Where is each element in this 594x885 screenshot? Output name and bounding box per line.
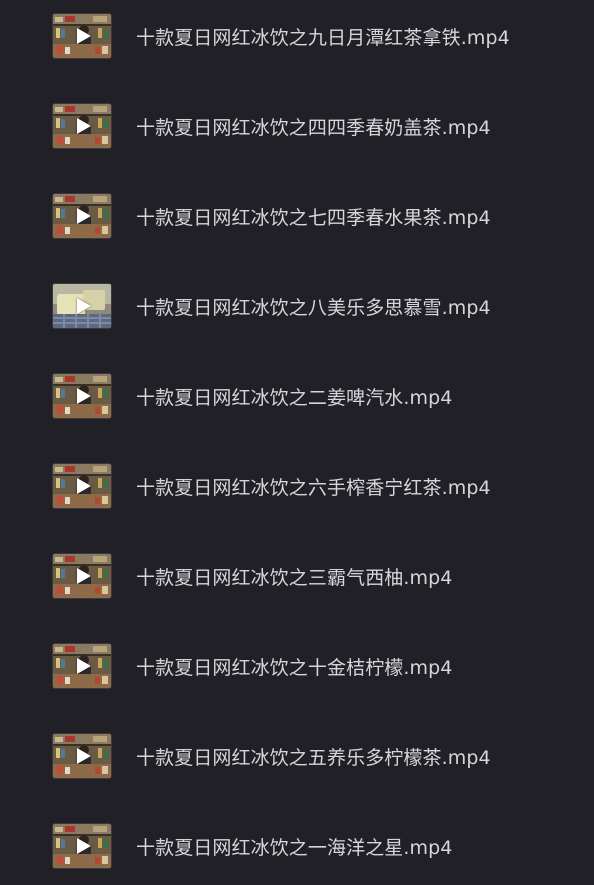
- file-row[interactable]: 十款夏日网红冰饮之五养乐多柠檬茶.mp4: [0, 713, 594, 803]
- video-thumbnail[interactable]: [52, 193, 112, 239]
- video-thumbnail[interactable]: [52, 463, 112, 509]
- video-thumbnail[interactable]: [52, 373, 112, 419]
- file-row[interactable]: 十款夏日网红冰饮之十金桔柠檬.mp4: [0, 623, 594, 713]
- file-list: 十款夏日网红冰饮之九日月潭红茶拿铁.mp4 十款夏日网红冰饮之四四季春奶盖茶.m…: [0, 0, 594, 885]
- file-name[interactable]: 十款夏日网红冰饮之七四季春水果茶.mp4: [136, 206, 491, 230]
- file-name[interactable]: 十款夏日网红冰饮之三霸气西柚.mp4: [136, 566, 453, 590]
- play-icon: [77, 298, 91, 314]
- play-icon: [77, 208, 91, 224]
- video-thumbnail[interactable]: [52, 283, 112, 329]
- play-icon: [77, 28, 91, 44]
- play-icon: [77, 658, 91, 674]
- video-thumbnail[interactable]: [52, 103, 112, 149]
- play-icon: [77, 838, 91, 854]
- file-row[interactable]: 十款夏日网红冰饮之二姜啤汽水.mp4: [0, 353, 594, 443]
- file-row[interactable]: 十款夏日网红冰饮之六手榨香宁红茶.mp4: [0, 443, 594, 533]
- file-name[interactable]: 十款夏日网红冰饮之二姜啤汽水.mp4: [136, 386, 453, 410]
- video-thumbnail[interactable]: [52, 13, 112, 59]
- file-name[interactable]: 十款夏日网红冰饮之四四季春奶盖茶.mp4: [136, 116, 491, 140]
- file-name[interactable]: 十款夏日网红冰饮之六手榨香宁红茶.mp4: [136, 476, 491, 500]
- file-row[interactable]: 十款夏日网红冰饮之一海洋之星.mp4: [0, 803, 594, 885]
- file-row[interactable]: 十款夏日网红冰饮之七四季春水果茶.mp4: [0, 173, 594, 263]
- file-name[interactable]: 十款夏日网红冰饮之十金桔柠檬.mp4: [136, 656, 453, 680]
- play-icon: [77, 388, 91, 404]
- play-icon: [77, 118, 91, 134]
- play-icon: [77, 568, 91, 584]
- video-thumbnail[interactable]: [52, 823, 112, 869]
- file-name[interactable]: 十款夏日网红冰饮之一海洋之星.mp4: [136, 836, 453, 860]
- play-icon: [77, 478, 91, 494]
- file-row[interactable]: 十款夏日网红冰饮之三霸气西柚.mp4: [0, 533, 594, 623]
- video-thumbnail[interactable]: [52, 553, 112, 599]
- file-name[interactable]: 十款夏日网红冰饮之五养乐多柠檬茶.mp4: [136, 746, 491, 770]
- file-row[interactable]: 十款夏日网红冰饮之八美乐多思慕雪.mp4: [0, 263, 594, 353]
- file-name[interactable]: 十款夏日网红冰饮之九日月潭红茶拿铁.mp4: [136, 26, 510, 50]
- file-name[interactable]: 十款夏日网红冰饮之八美乐多思慕雪.mp4: [136, 296, 491, 320]
- video-thumbnail[interactable]: [52, 643, 112, 689]
- video-thumbnail[interactable]: [52, 733, 112, 779]
- play-icon: [77, 748, 91, 764]
- file-row[interactable]: 十款夏日网红冰饮之四四季春奶盖茶.mp4: [0, 83, 594, 173]
- file-row[interactable]: 十款夏日网红冰饮之九日月潭红茶拿铁.mp4: [0, 0, 594, 83]
